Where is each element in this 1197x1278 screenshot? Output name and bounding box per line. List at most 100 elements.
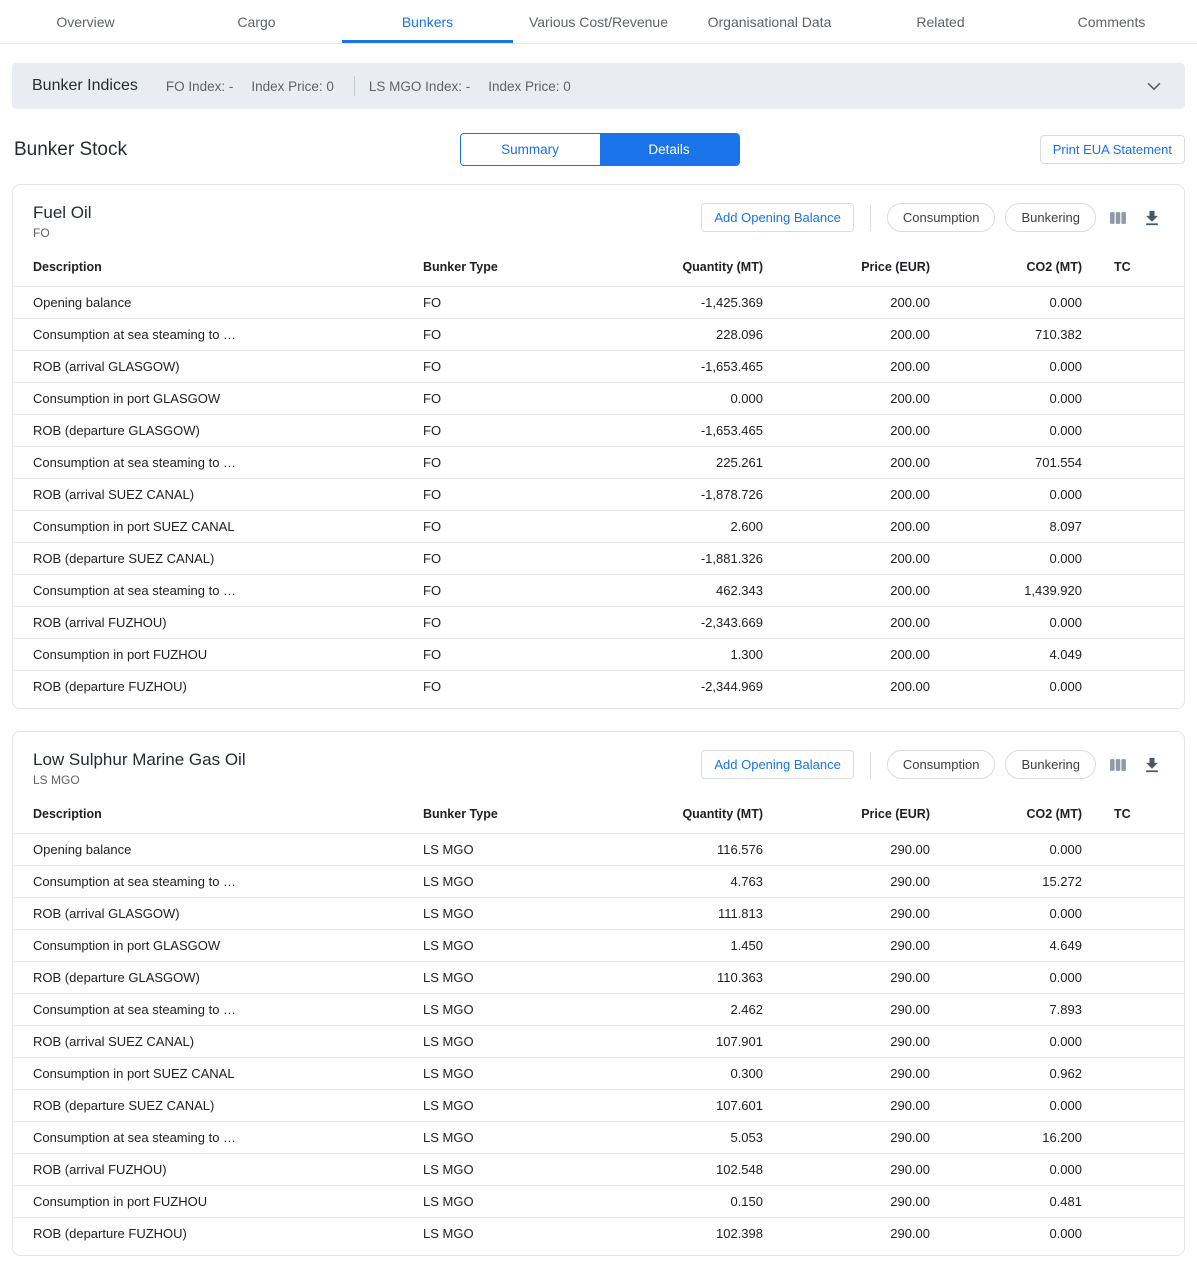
indices-divider: [354, 76, 355, 96]
table-row[interactable]: ROB (arrival GLASGOW)LS MGO111.813290.00…: [13, 898, 1184, 930]
indices-expand-button[interactable]: [1141, 73, 1167, 99]
table-row[interactable]: ROB (arrival FUZHOU)FO-2,343.669200.000.…: [13, 607, 1184, 639]
table-row[interactable]: ROB (departure SUEZ CANAL)LS MGO107.6012…: [13, 1090, 1184, 1122]
cell-description: Consumption in port GLASGOW: [13, 383, 403, 415]
bunkering-button[interactable]: Bunkering: [1005, 203, 1096, 232]
table-row[interactable]: Consumption in port GLASGOWLS MGO1.45029…: [13, 930, 1184, 962]
cell-bunker-type: FO: [403, 671, 643, 703]
cell-description: Consumption in port GLASGOW: [13, 930, 403, 962]
cell-description: Opening balance: [13, 834, 403, 866]
cell-price: 200.00: [763, 639, 930, 671]
card-title: Low Sulphur Marine Gas Oil: [33, 750, 246, 770]
cell-description: Consumption in port FUZHOU: [13, 1186, 403, 1218]
table-row[interactable]: Consumption at sea steaming to …LS MGO2.…: [13, 994, 1184, 1026]
table-row[interactable]: ROB (arrival SUEZ CANAL)FO-1,878.726200.…: [13, 479, 1184, 511]
table-row[interactable]: Consumption at sea steaming to …LS MGO4.…: [13, 866, 1184, 898]
cell-price: 290.00: [763, 1058, 930, 1090]
table-row[interactable]: Consumption in port SUEZ CANALFO2.600200…: [13, 511, 1184, 543]
column-header-bunker-type: Bunker Type: [403, 250, 643, 287]
table-row[interactable]: Consumption in port FUZHOULS MGO0.150290…: [13, 1186, 1184, 1218]
add-opening-balance-button[interactable]: Add Opening Balance: [701, 750, 853, 779]
cell-co2: 15.272: [930, 866, 1082, 898]
consumption-button[interactable]: Consumption: [887, 750, 996, 779]
cell-quantity: 0.300: [643, 1058, 763, 1090]
download-button[interactable]: [1140, 206, 1164, 230]
tab-related[interactable]: Related: [855, 0, 1026, 43]
page-title: Bunker Stock: [14, 139, 460, 161]
cell-quantity: -1,878.726: [643, 479, 763, 511]
cell-tc: [1082, 319, 1184, 351]
bunker-indices-bar: Bunker Indices FO Index: - Index Price: …: [12, 63, 1185, 109]
cell-co2: 0.000: [930, 351, 1082, 383]
table-row[interactable]: ROB (arrival GLASGOW)FO-1,653.465200.000…: [13, 351, 1184, 383]
cell-price: 200.00: [763, 447, 930, 479]
cell-description: ROB (arrival GLASGOW): [13, 351, 403, 383]
table-row[interactable]: Opening balanceFO-1,425.369200.000.000: [13, 287, 1184, 319]
cell-price: 200.00: [763, 575, 930, 607]
cell-co2: 0.000: [930, 1154, 1082, 1186]
cell-co2: 4.049: [930, 639, 1082, 671]
cell-tc: [1082, 639, 1184, 671]
table-row[interactable]: ROB (arrival FUZHOU)LS MGO102.548290.000…: [13, 1154, 1184, 1186]
cell-quantity: 110.363: [643, 962, 763, 994]
download-button[interactable]: [1140, 753, 1164, 777]
cell-price: 290.00: [763, 834, 930, 866]
tab-various-cost-revenue[interactable]: Various Cost/Revenue: [513, 0, 684, 43]
cell-bunker-type: LS MGO: [403, 1026, 643, 1058]
tab-cargo[interactable]: Cargo: [171, 0, 342, 43]
cell-quantity: 2.600: [643, 511, 763, 543]
cell-quantity: 5.053: [643, 1122, 763, 1154]
print-eua-statement-button[interactable]: Print EUA Statement: [1040, 135, 1185, 164]
cell-price: 290.00: [763, 962, 930, 994]
bunkering-button[interactable]: Bunkering: [1005, 750, 1096, 779]
cell-tc: [1082, 511, 1184, 543]
add-opening-balance-button[interactable]: Add Opening Balance: [701, 203, 853, 232]
columns-view-button[interactable]: [1106, 753, 1130, 777]
cell-quantity: 107.601: [643, 1090, 763, 1122]
cell-tc: [1082, 1186, 1184, 1218]
cell-co2: 0.000: [930, 287, 1082, 319]
tab-overview[interactable]: Overview: [0, 0, 171, 43]
cell-price: 200.00: [763, 415, 930, 447]
table-row[interactable]: Consumption in port GLASGOWFO0.000200.00…: [13, 383, 1184, 415]
table-row[interactable]: ROB (departure GLASGOW)FO-1,653.465200.0…: [13, 415, 1184, 447]
table-row[interactable]: ROB (arrival SUEZ CANAL)LS MGO107.901290…: [13, 1026, 1184, 1058]
table-row[interactable]: Consumption in port SUEZ CANALLS MGO0.30…: [13, 1058, 1184, 1090]
table-row[interactable]: Consumption at sea steaming to …FO228.09…: [13, 319, 1184, 351]
top-tabbar: Overview Cargo Bunkers Various Cost/Reve…: [0, 0, 1197, 44]
table-row[interactable]: Consumption in port FUZHOUFO1.300200.004…: [13, 639, 1184, 671]
tab-comments[interactable]: Comments: [1026, 0, 1197, 43]
cell-description: Consumption at sea steaming to …: [13, 994, 403, 1026]
table-row[interactable]: ROB (departure FUZHOU)FO-2,344.969200.00…: [13, 671, 1184, 703]
cell-price: 290.00: [763, 1218, 930, 1250]
cell-bunker-type: FO: [403, 415, 643, 447]
cell-tc: [1082, 1090, 1184, 1122]
table-row[interactable]: Consumption at sea steaming to …FO225.26…: [13, 447, 1184, 479]
cell-co2: 0.481: [930, 1186, 1082, 1218]
table-row[interactable]: ROB (departure SUEZ CANAL)FO-1,881.32620…: [13, 543, 1184, 575]
bunker-indices-title: Bunker Indices: [32, 77, 138, 95]
cell-price: 290.00: [763, 866, 930, 898]
cell-co2: 8.097: [930, 511, 1082, 543]
table-row[interactable]: ROB (departure GLASGOW)LS MGO110.363290.…: [13, 962, 1184, 994]
table-row[interactable]: Consumption at sea steaming to …FO462.34…: [13, 575, 1184, 607]
tab-bunkers[interactable]: Bunkers: [342, 0, 513, 43]
card-subtitle: LS MGO: [33, 773, 246, 787]
cell-description: Opening balance: [13, 287, 403, 319]
column-header-price: Price (EUR): [763, 797, 930, 834]
consumption-button[interactable]: Consumption: [887, 203, 996, 232]
cell-tc: [1082, 1218, 1184, 1250]
details-toggle-button[interactable]: Details: [600, 134, 739, 165]
table-row[interactable]: Consumption at sea steaming to …LS MGO5.…: [13, 1122, 1184, 1154]
table-row[interactable]: ROB (departure FUZHOU)LS MGO102.398290.0…: [13, 1218, 1184, 1250]
cell-description: ROB (departure SUEZ CANAL): [13, 543, 403, 575]
cell-bunker-type: LS MGO: [403, 834, 643, 866]
cell-bunker-type: LS MGO: [403, 1154, 643, 1186]
summary-toggle-button[interactable]: Summary: [461, 134, 600, 165]
cell-bunker-type: LS MGO: [403, 1218, 643, 1250]
columns-view-button[interactable]: [1106, 206, 1130, 230]
fuel-oil-table: Description Bunker Type Quantity (MT) Pr…: [13, 250, 1184, 702]
table-row[interactable]: Opening balanceLS MGO116.576290.000.000: [13, 834, 1184, 866]
cell-tc: [1082, 383, 1184, 415]
tab-organisational-data[interactable]: Organisational Data: [684, 0, 855, 43]
